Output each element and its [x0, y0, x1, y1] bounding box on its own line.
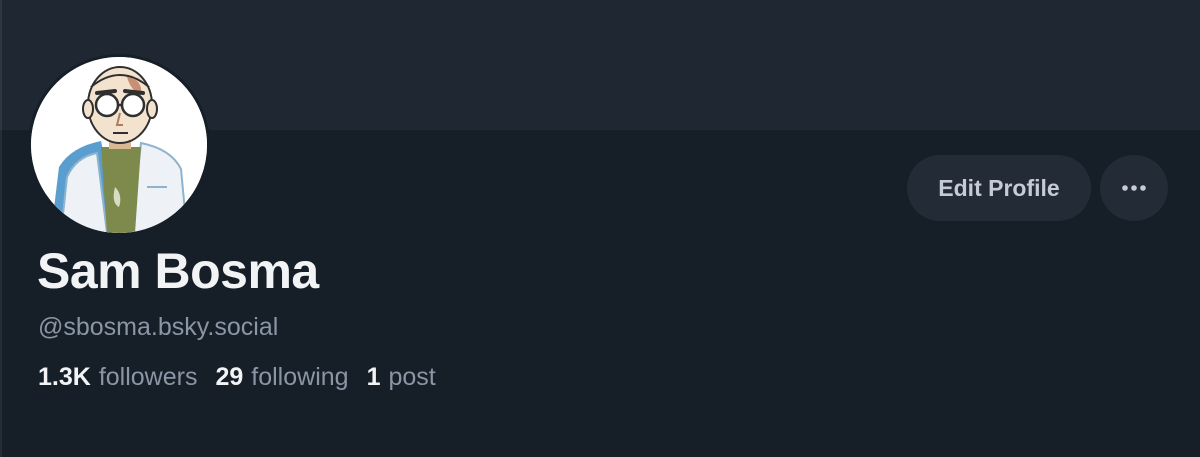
profile-stats: 1.3K followers 29 following 1 post: [38, 360, 454, 394]
display-name: Sam Bosma: [37, 243, 319, 299]
posts-stat: 1 post: [367, 360, 436, 394]
posts-count: 1: [366, 363, 381, 391]
followers-label: followers: [98, 363, 198, 391]
profile-handle: @sbosma.bsky.social: [38, 313, 279, 341]
avatar[interactable]: [28, 54, 210, 236]
following-count: 29: [215, 363, 244, 391]
following-link[interactable]: 29 following: [215, 360, 348, 394]
followers-count: 1.3K: [38, 363, 91, 391]
following-label: following: [251, 363, 349, 391]
posts-label: post: [388, 363, 436, 391]
followers-link[interactable]: 1.3K followers: [38, 360, 197, 394]
edit-profile-button[interactable]: Edit Profile: [907, 155, 1091, 221]
ellipsis-icon: [1122, 185, 1146, 191]
avatar-illustration-icon: [31, 57, 207, 233]
more-options-button[interactable]: [1100, 155, 1168, 221]
